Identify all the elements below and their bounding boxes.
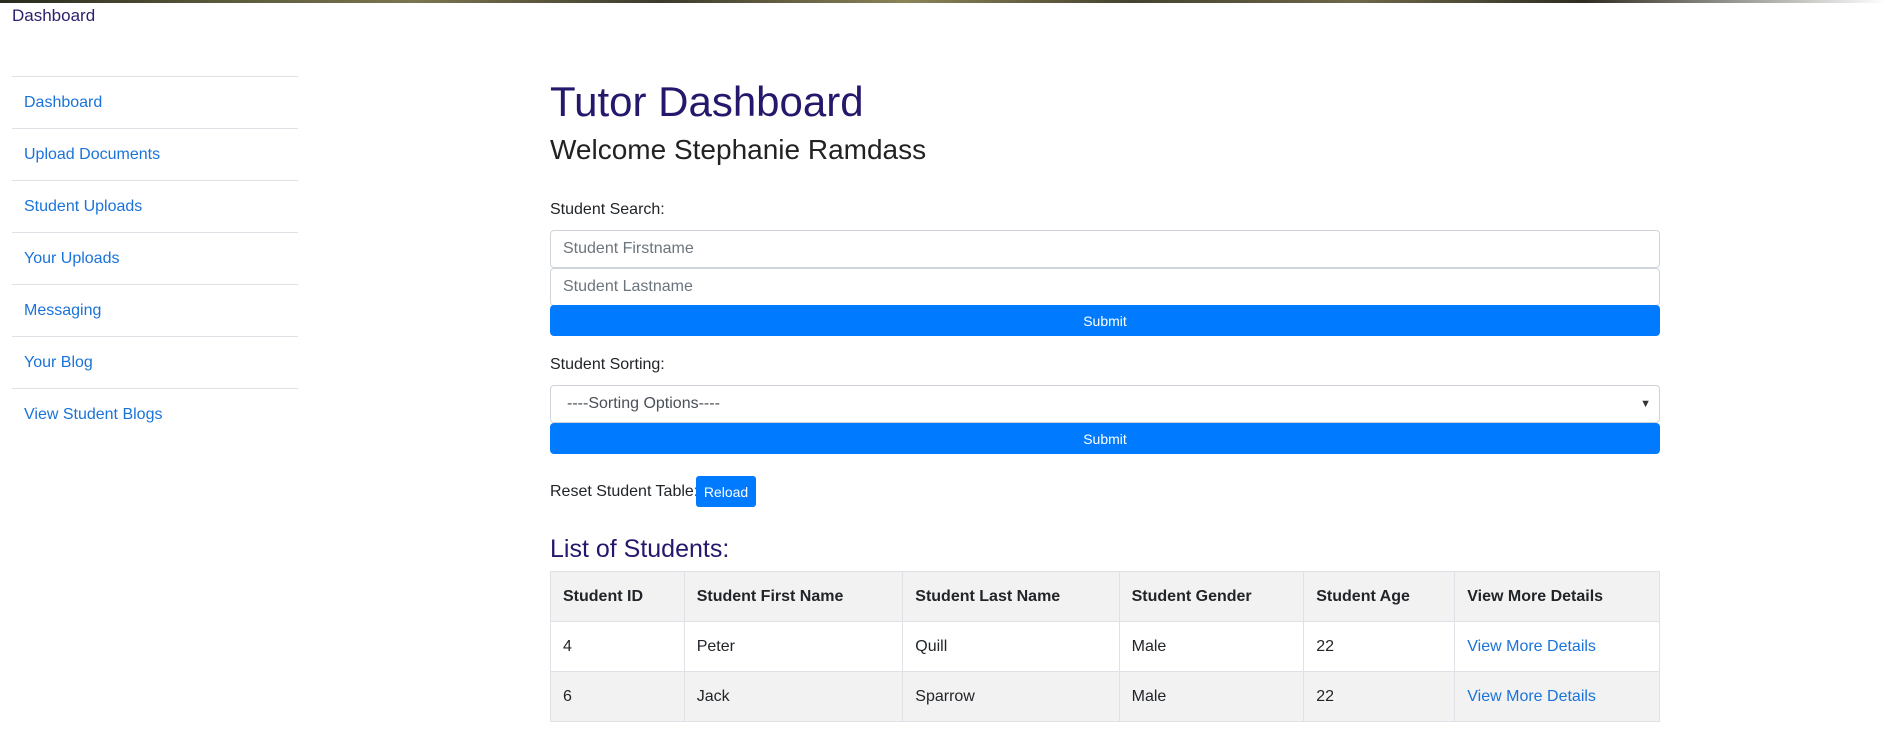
cell-first-name: Jack	[683, 671, 904, 722]
header-age: Student Age	[1303, 571, 1456, 622]
dropdown-caret-icon: ▼	[1640, 398, 1651, 410]
welcome-heading: Welcome Stephanie Ramdass	[550, 134, 927, 165]
sidebar-item-messaging[interactable]: Messaging	[12, 284, 298, 336]
cell-last-name: Quill	[902, 621, 1120, 672]
student-lastname-input[interactable]	[550, 268, 1660, 306]
student-sorting-label: Student Sorting:	[550, 356, 665, 373]
sidebar: Dashboard Upload Documents Student Uploa…	[12, 76, 298, 440]
sorting-options-select[interactable]: ----Sorting Options---- ▼	[550, 385, 1660, 423]
sidebar-item-your-uploads[interactable]: Your Uploads	[12, 232, 298, 284]
cell-student-id: 4	[550, 621, 685, 672]
header-last-name: Student Last Name	[902, 571, 1120, 622]
student-search-label: Student Search:	[550, 201, 665, 218]
cell-details: View More Details	[1454, 671, 1660, 722]
sidebar-item-student-uploads[interactable]: Student Uploads	[12, 180, 298, 232]
cell-last-name: Sparrow	[902, 671, 1120, 722]
cell-details: View More Details	[1454, 621, 1660, 672]
cell-age: 22	[1303, 621, 1456, 672]
table-row: 4 Peter Quill Male 22 View More Details	[550, 621, 1660, 672]
cell-gender: Male	[1118, 671, 1305, 722]
header-student-id: Student ID	[550, 571, 685, 622]
cell-age: 22	[1303, 671, 1456, 722]
table-header-row: Student ID Student First Name Student La…	[550, 571, 1660, 622]
cell-student-id: 6	[550, 671, 685, 722]
students-table: Student ID Student First Name Student La…	[550, 571, 1660, 722]
header-banner-strip	[0, 0, 1885, 3]
cell-first-name: Peter	[683, 621, 904, 672]
reload-button[interactable]: Reload	[696, 476, 756, 507]
view-more-details-link[interactable]: View More Details	[1467, 688, 1596, 705]
view-more-details-link[interactable]: View More Details	[1467, 638, 1596, 655]
cell-gender: Male	[1118, 621, 1305, 672]
list-of-students-heading: List of Students:	[550, 535, 730, 563]
sidebar-item-your-blog[interactable]: Your Blog	[12, 336, 298, 388]
page-title: Tutor Dashboard	[550, 78, 864, 125]
header-gender: Student Gender	[1118, 571, 1305, 622]
student-firstname-input[interactable]	[550, 230, 1660, 268]
reset-table-label: Reset Student Table:	[550, 483, 699, 500]
sidebar-item-upload-documents[interactable]: Upload Documents	[12, 128, 298, 180]
sidebar-item-view-student-blogs[interactable]: View Student Blogs	[12, 388, 298, 440]
table-row: 6 Jack Sparrow Male 22 View More Details	[550, 671, 1660, 722]
sorting-selected-value: ----Sorting Options----	[567, 395, 720, 412]
top-dashboard-link[interactable]: Dashboard	[12, 6, 95, 26]
sorting-submit-button[interactable]: Submit	[550, 423, 1660, 454]
header-first-name: Student First Name	[683, 571, 904, 622]
sidebar-item-dashboard[interactable]: Dashboard	[12, 76, 298, 128]
header-details: View More Details	[1454, 571, 1660, 622]
search-submit-button[interactable]: Submit	[550, 305, 1660, 336]
